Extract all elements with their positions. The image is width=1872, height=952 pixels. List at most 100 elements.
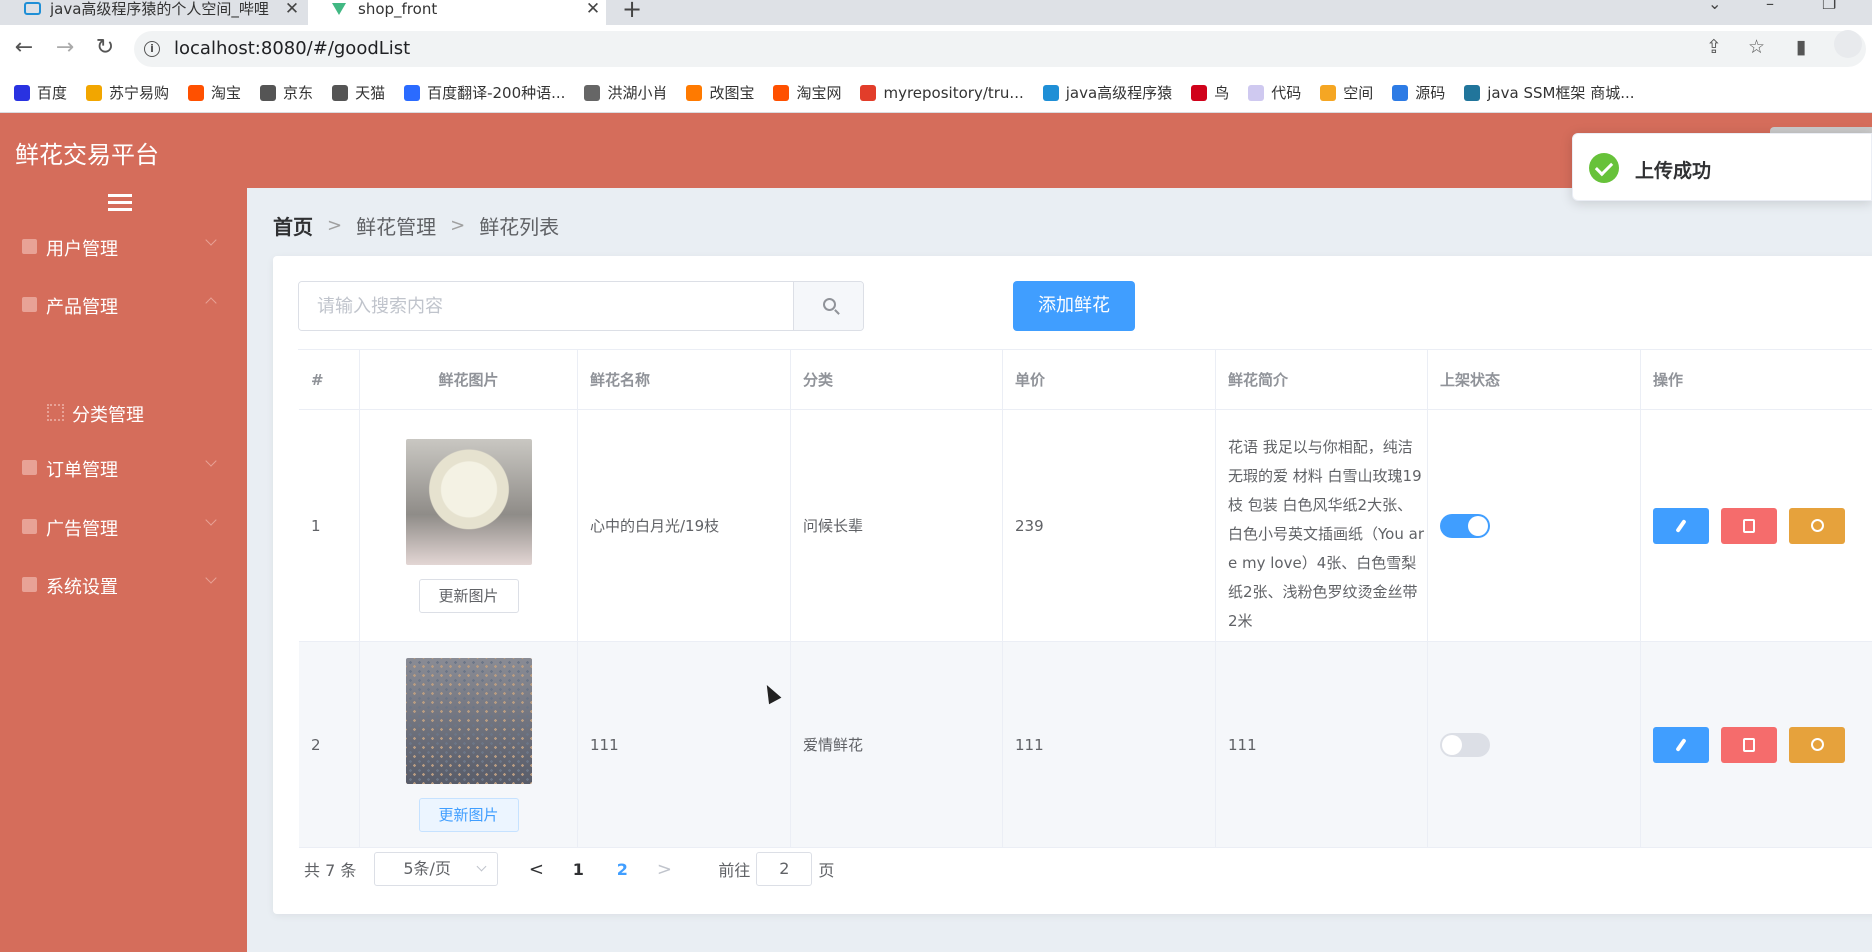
bookmark-favicon-icon	[1248, 84, 1265, 101]
table-row: 1 更新图片 心中的白月光/19枝 问候长辈 239 花语 我足以与你相配，纯洁…	[299, 410, 1872, 642]
sidebar-item-label: 分类管理	[72, 405, 144, 426]
bookmark-item[interactable]: 源码	[1392, 82, 1445, 103]
close-icon[interactable]: ✕	[580, 0, 606, 19]
sidebar-subitem-categories[interactable]: 分类管理	[0, 392, 247, 432]
flower-price: 111	[1003, 642, 1216, 847]
bookmark-item[interactable]: 代码	[1248, 82, 1301, 103]
sidebar-item-ads[interactable]: 广告管理	[0, 506, 247, 546]
gear-icon	[1811, 737, 1824, 751]
bookmark-label: 百度	[37, 84, 68, 102]
browser-tab-shop-front[interactable]: shop_front ✕	[308, 0, 606, 25]
table-header-cell: 鲜花简介	[1216, 350, 1428, 409]
next-page-button[interactable]: >	[644, 859, 684, 880]
on-sale-toggle[interactable]	[1440, 513, 1490, 538]
back-arrow-icon[interactable]: ←	[10, 35, 38, 63]
profile-icon[interactable]	[1834, 30, 1862, 58]
sidebar-item-label: 广告管理	[46, 519, 118, 540]
delete-button[interactable]	[1721, 507, 1777, 544]
goto-suffix: 页	[818, 861, 835, 880]
bookmark-item[interactable]: 天猫	[332, 82, 385, 103]
search-input[interactable]	[299, 282, 793, 330]
settings-button[interactable]	[1789, 507, 1845, 544]
share-icon[interactable]: ⇪	[1706, 36, 1722, 58]
bookmark-label: 鸟	[1214, 84, 1230, 102]
add-flower-button[interactable]: 添加鲜花	[1013, 281, 1135, 331]
edit-icon	[1675, 737, 1687, 752]
bookmark-label: java高级程序猿	[1065, 84, 1173, 102]
side-panel-icon[interactable]: ▮	[1796, 36, 1806, 58]
bookmark-item[interactable]: 百度	[14, 82, 67, 103]
sidebar-item-users[interactable]: 用户管理	[0, 226, 247, 266]
star-icon[interactable]: ☆	[1748, 36, 1765, 58]
bookmark-favicon-icon	[686, 84, 703, 101]
bookmark-item[interactable]: 淘宝网	[773, 82, 841, 103]
bookmark-item[interactable]: 改图宝	[686, 82, 754, 103]
ad-icon	[22, 519, 37, 534]
edit-button[interactable]	[1653, 507, 1709, 544]
browser-tab-bilibili[interactable]: java高级程序猿的个人空间_哔哩 ✕	[10, 0, 305, 25]
update-image-button[interactable]: 更新图片	[418, 797, 519, 832]
settings-button[interactable]	[1789, 726, 1845, 763]
chevron-down-icon[interactable]: ⌄	[1708, 0, 1721, 13]
goto-page-input[interactable]: 2	[756, 852, 813, 886]
flower-category: 问候长辈	[791, 410, 1003, 641]
flower-description: 111	[1216, 642, 1428, 847]
search-box	[298, 281, 864, 331]
url-text[interactable]: localhost:8080/#/goodList	[174, 38, 410, 59]
bookmark-item[interactable]: java高级程序猿	[1042, 82, 1173, 103]
goto-prefix: 前往	[718, 861, 751, 880]
main-content: 首页 > 鲜花管理 > 鲜花列表 添加鲜花 # 鲜花图片 鲜花名称	[247, 188, 1872, 952]
edit-button[interactable]	[1653, 726, 1709, 763]
page-number-active[interactable]: 2	[600, 860, 644, 879]
minimize-icon[interactable]: –	[1766, 0, 1774, 13]
bookmark-label: myrepository/tru...	[883, 83, 1024, 102]
sidebar-item-orders[interactable]: 订单管理	[0, 447, 247, 487]
user-icon	[22, 239, 37, 254]
sidebar-item-products[interactable]: 产品管理	[0, 284, 247, 324]
bookmark-item[interactable]: 鸟	[1191, 82, 1229, 103]
prev-page-button[interactable]: <	[516, 859, 556, 880]
bookmark-item[interactable]: 洪湖小肖	[584, 82, 667, 103]
menu-collapse-icon[interactable]	[108, 194, 132, 214]
tab-title: shop_front	[358, 0, 438, 18]
close-icon[interactable]: ✕	[279, 0, 305, 19]
on-sale-toggle[interactable]	[1440, 732, 1490, 757]
brand-title: 鲜花交易平台	[15, 141, 159, 169]
breadcrumb-item: 鲜花管理	[356, 215, 437, 239]
new-tab-button[interactable]: +	[622, 0, 642, 23]
table-header-cell: 操作	[1641, 350, 1872, 409]
success-toast: 上传成功	[1572, 133, 1872, 201]
search-icon-handle	[834, 309, 840, 315]
bookmark-item[interactable]: 苏宁易购	[86, 82, 169, 103]
reload-icon[interactable]: ↻	[91, 35, 119, 63]
bookmark-item[interactable]: 淘宝	[188, 82, 241, 103]
chevron-down-icon	[476, 861, 487, 872]
bookmark-item[interactable]: java SSM框架 商城...	[1464, 82, 1635, 103]
sidebar: 用户管理 产品管理 分类管理 订单管理 广告管理 系统设置	[0, 188, 247, 952]
page-size-select[interactable]: 5条/页	[374, 852, 499, 886]
on-sale-cell	[1428, 642, 1641, 847]
forward-arrow-icon[interactable]: →	[51, 35, 79, 63]
sidebar-item-settings[interactable]: 系统设置	[0, 564, 247, 604]
settings-icon	[22, 577, 37, 592]
bookmark-item[interactable]: 京东	[260, 82, 313, 103]
update-image-button[interactable]: 更新图片	[418, 578, 519, 613]
flower-image-cell: 更新图片	[360, 410, 578, 641]
grid-icon	[47, 404, 64, 421]
delete-button[interactable]	[1721, 726, 1777, 763]
bookmark-item[interactable]: 空间	[1320, 82, 1373, 103]
search-button[interactable]	[793, 282, 863, 330]
info-icon[interactable]: i	[144, 41, 160, 57]
restore-icon[interactable]: ❐	[1822, 0, 1836, 13]
bookmark-favicon-icon	[404, 84, 421, 101]
breadcrumb-home[interactable]: 首页	[273, 211, 313, 240]
page-number[interactable]: 1	[556, 860, 600, 879]
address-bar[interactable]: i localhost:8080/#/goodList ⇪ ☆ ▮	[134, 31, 1866, 67]
flower-image-cell: 更新图片	[360, 642, 578, 847]
table-header-cell: 分类	[791, 350, 1003, 409]
toggle-knob	[1442, 734, 1462, 755]
flower-category: 爱情鲜花	[791, 642, 1003, 847]
bookmark-item[interactable]: 百度翻译-200种语...	[404, 82, 565, 103]
bookmark-item[interactable]: myrepository/tru...	[860, 83, 1024, 102]
bookmark-favicon-icon	[1464, 84, 1481, 101]
